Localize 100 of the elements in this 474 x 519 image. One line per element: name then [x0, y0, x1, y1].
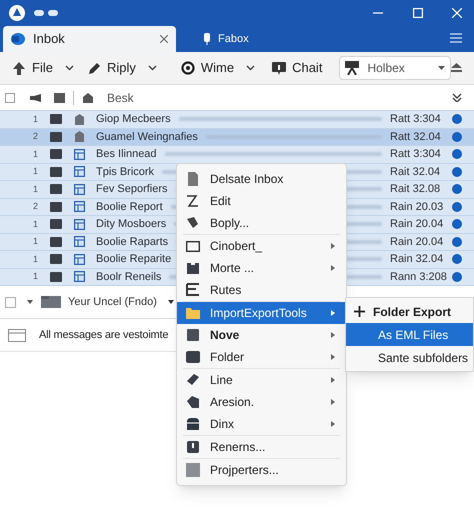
message-subject: Bes Ilinnead — [96, 147, 157, 162]
message-count: 1 — [32, 252, 38, 266]
message-subject: Fev Seporfiers — [96, 182, 168, 197]
menu-item[interactable]: Dinx — [177, 413, 346, 435]
menu-item[interactable]: Projperters... — [177, 459, 346, 481]
menu-item[interactable]: ImportExportTools — [177, 302, 346, 324]
chevron-icon — [148, 65, 157, 71]
menu-item[interactable]: Folder Export — [346, 300, 473, 323]
menu-item[interactable]: Renerns... — [177, 436, 346, 458]
menu-item[interactable]: Sante subfolders — [346, 346, 473, 369]
window-icon — [74, 201, 85, 212]
checkbox[interactable] — [5, 296, 16, 308]
window-icon — [74, 236, 85, 248]
caret-icon — [168, 300, 174, 304]
rules-icon — [186, 283, 200, 297]
square-icon — [186, 463, 200, 477]
menu-item[interactable]: Rutes — [177, 279, 346, 301]
pin-icon — [204, 33, 210, 45]
message-count: 1 — [32, 235, 38, 248]
window-icon — [74, 166, 85, 178]
plus-icon — [354, 306, 365, 317]
message-count: 1 — [32, 270, 38, 283]
message-date: Ratt 3:304 — [390, 147, 442, 162]
message-subject: Boolie Report — [96, 200, 163, 214]
folder-icon — [50, 254, 62, 264]
message-count: 1 — [32, 148, 38, 160]
folder-dropdown[interactable]: Holbex — [339, 56, 451, 80]
tab[interactable]: Inbok — [3, 26, 176, 52]
chevron-icon — [452, 93, 462, 102]
submenu-arrow-icon — [331, 332, 335, 338]
mail-icon — [11, 33, 25, 45]
maximize-icon — [413, 8, 423, 18]
menu-item[interactable]: Folder — [177, 346, 346, 368]
message-count: 1 — [32, 165, 38, 178]
window-icon — [74, 148, 85, 160]
tab[interactable]: Fabox — [192, 26, 261, 52]
toolbar-button[interactable]: Chait — [272, 55, 322, 81]
window-icon — [74, 271, 85, 282]
window-icon — [74, 184, 85, 195]
upload-icon — [12, 61, 26, 75]
window-icon — [186, 239, 200, 253]
menu-item[interactable]: Delsate Inbox — [177, 168, 346, 190]
folder-icon — [50, 219, 62, 230]
menu-item[interactable]: Cinobert_ — [177, 235, 346, 257]
menu-item[interactable]: Nove — [177, 324, 346, 346]
eject-icon — [451, 63, 462, 73]
message-date: Rann 3:208 — [390, 270, 444, 284]
toolbar-button[interactable]: Wime — [180, 55, 256, 81]
message-subject: Giop Mecbeers — [96, 112, 171, 127]
message-subject: Boolr Reneils — [96, 270, 162, 284]
target-icon — [180, 61, 195, 75]
message-row[interactable]: 1 Bes Ilinnead Ratt 3:304 — [0, 146, 474, 164]
message-date: Ratt 32.04 — [390, 130, 442, 144]
tab-label: Inbok — [33, 30, 66, 48]
menu-item[interactable]: Edit — [177, 190, 346, 212]
submenu-arrow-icon — [331, 265, 335, 271]
message-count: 2 — [32, 130, 38, 143]
edit-icon — [186, 194, 200, 208]
folder-icon — [50, 272, 62, 282]
message-subject: Guamel Weingnafies — [96, 130, 198, 144]
folder-icon — [50, 184, 62, 194]
message-date: Ratt 3:304 — [390, 112, 442, 127]
app-logo-icon — [8, 4, 26, 22]
submenu-arrow-icon — [331, 399, 335, 405]
folder-label: Yeur Uncel (Fndo) — [68, 294, 157, 310]
folder-icon — [186, 261, 200, 275]
message-date: Rait 32.04 — [390, 164, 442, 180]
message-count: 2 — [32, 200, 38, 213]
message-date: Rain 20.04 — [390, 217, 444, 232]
chevron-icon — [438, 66, 445, 70]
checkbox[interactable] — [5, 92, 15, 102]
column-header: Besk — [107, 90, 135, 106]
tab-label: Fabox — [218, 32, 249, 47]
message-count: 1 — [32, 182, 38, 196]
menu-item[interactable]: Morte ... — [177, 257, 346, 279]
toolbar-button[interactable]: Riply — [86, 55, 157, 81]
message-row[interactable]: 1 Giop Mecbeers Ratt 3:304 — [0, 111, 474, 128]
menu-item[interactable]: As EML Files — [346, 323, 473, 346]
close-icon — [452, 8, 462, 18]
message-date: Rain 20.04 — [390, 234, 444, 250]
menu-item[interactable]: Line — [177, 369, 346, 391]
message-count: 1 — [32, 112, 38, 126]
menu-icon — [450, 33, 462, 43]
toolbar-button[interactable]: File — [12, 55, 74, 81]
message-row[interactable]: 2 Guamel Weingnafies Ratt 32.04 — [0, 128, 474, 146]
chat-icon — [272, 61, 286, 75]
folder-icon — [50, 114, 62, 124]
megaphone-icon — [30, 94, 41, 102]
message-count: 1 — [32, 218, 38, 230]
submenu-arrow-icon — [331, 421, 335, 427]
folder-icon — [50, 166, 62, 177]
message-subject: Dity Mosboers — [96, 217, 166, 232]
message-subject: Boolie Raparts — [96, 234, 168, 250]
close-icon — [160, 35, 168, 43]
submenu-arrow-icon — [331, 310, 335, 316]
menu-item[interactable]: Aresion. — [177, 391, 346, 413]
alert-icon — [186, 440, 200, 454]
submenu-arrow-icon — [331, 377, 335, 383]
message-subject: Tpis Bricork — [96, 164, 154, 180]
window-icon — [74, 218, 85, 230]
